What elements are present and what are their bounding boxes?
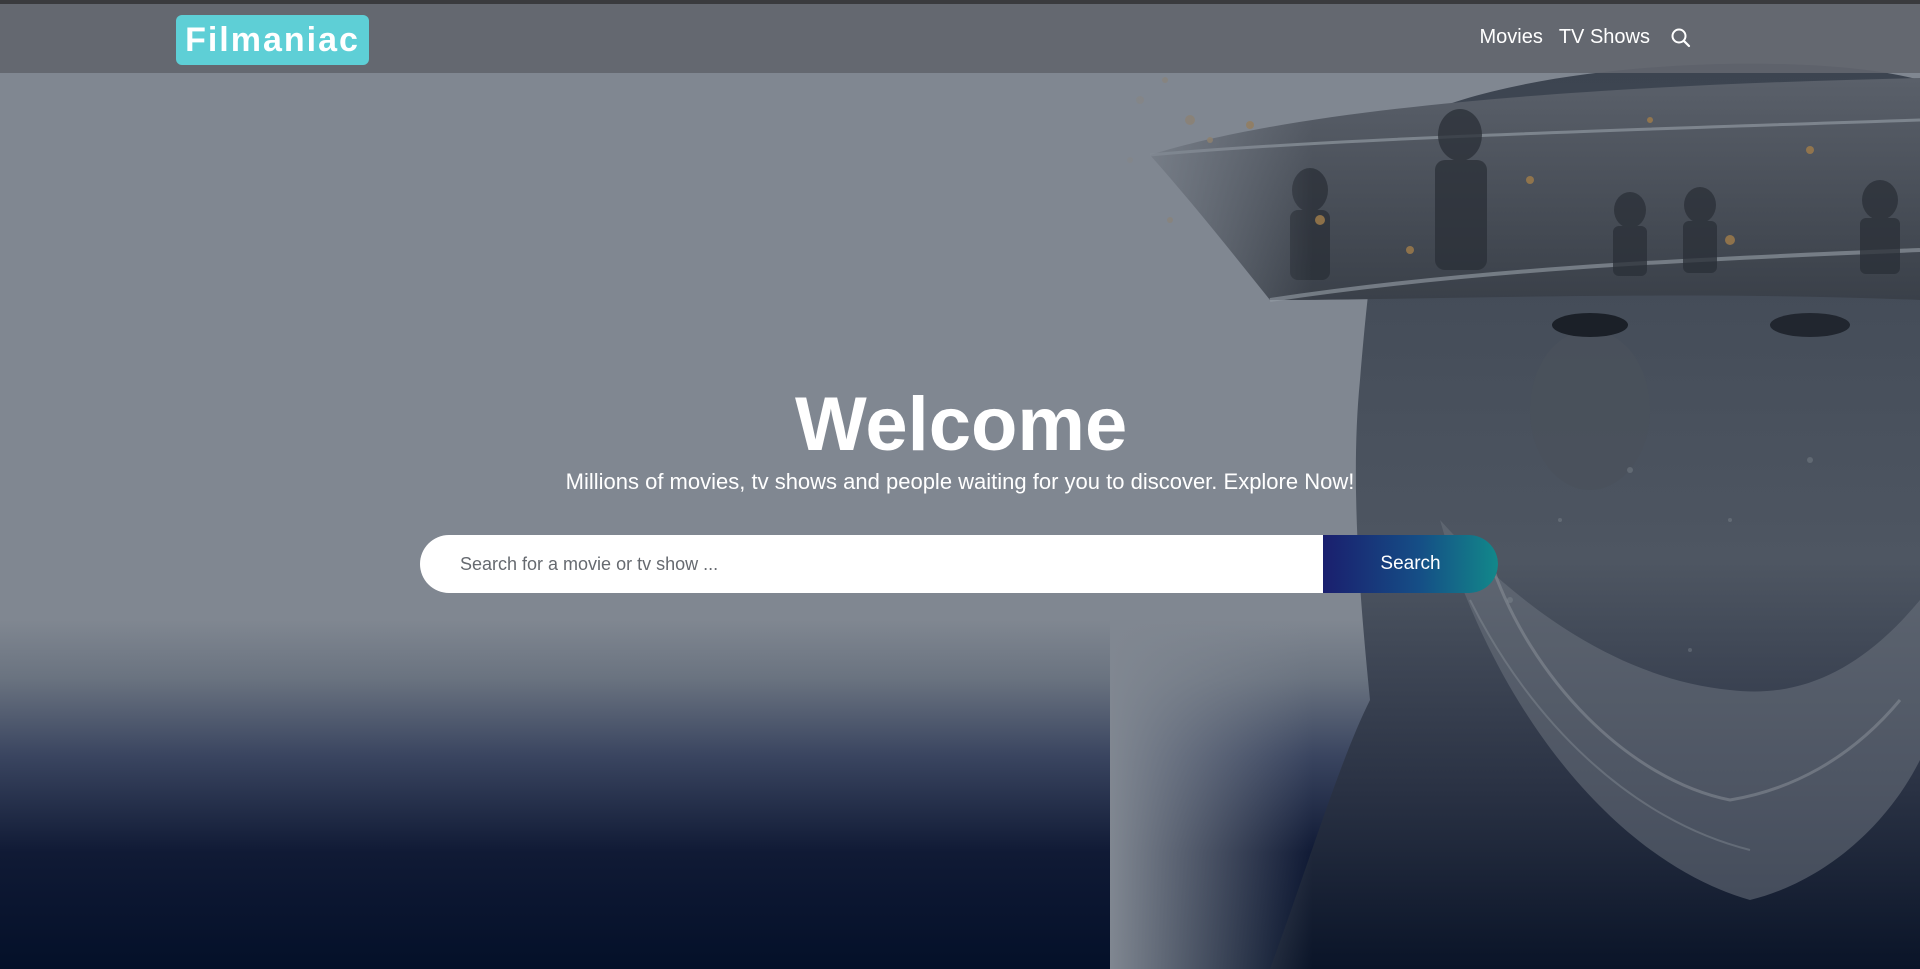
site-header: Filmaniac Movies TV Shows <box>0 4 1920 73</box>
search-button[interactable]: Search <box>1323 535 1498 593</box>
nav-movies-link[interactable]: Movies <box>1479 26 1542 49</box>
page-title: Welcome <box>795 382 1128 467</box>
search-input[interactable] <box>420 535 1323 593</box>
hero-section: Filmaniac Movies TV Shows Welcome Millio… <box>0 0 1920 969</box>
nav-tv-shows-link[interactable]: TV Shows <box>1559 26 1650 49</box>
window-top-border <box>0 0 1920 4</box>
hero-subtitle: Millions of movies, tv shows and people … <box>565 469 1355 494</box>
logo[interactable]: Filmaniac <box>176 15 369 65</box>
hero-search-bar: Search <box>420 535 1498 593</box>
main-nav: Movies TV Shows <box>1479 26 1692 49</box>
search-icon[interactable] <box>1670 27 1692 49</box>
